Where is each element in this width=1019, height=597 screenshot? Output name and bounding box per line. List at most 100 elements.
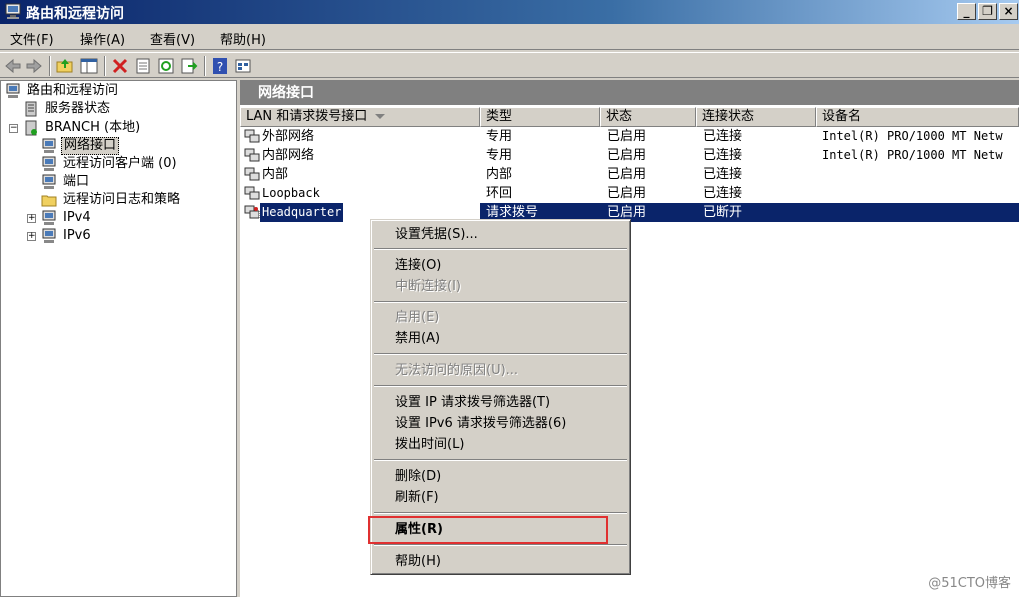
expander-ipv4[interactable]: +: [27, 214, 36, 223]
minimize-button[interactable]: _: [957, 3, 976, 20]
forward-icon[interactable]: [25, 57, 43, 75]
menu-item-disable[interactable]: 禁用(A): [374, 328, 627, 349]
server-icon: [25, 120, 37, 136]
menu-separator: [374, 459, 627, 461]
svg-text:?: ?: [217, 60, 223, 74]
interface-icon: [244, 167, 260, 181]
menu-item-connect[interactable]: 连接(O): [374, 255, 627, 276]
delete-icon[interactable]: [111, 57, 129, 75]
tree-item-label: 路由和远程访问: [27, 83, 119, 98]
restore-button[interactable]: ❐: [978, 3, 997, 20]
tree-item-label: IPv4: [63, 210, 91, 225]
cell-status: 已启用: [607, 129, 647, 144]
title-bar: 路由和远程访问 _ ❐ ×: [0, 0, 1019, 24]
menu-bar: 文件(F) 操作(A) 查看(V) 帮助(H): [0, 26, 1019, 50]
demand-dial-icon: [244, 205, 260, 219]
cell-type: 专用: [486, 129, 513, 144]
ipv6-icon: [42, 228, 56, 243]
show-hide-tree-icon[interactable]: [80, 57, 98, 75]
expander-ipv6[interactable]: +: [27, 232, 36, 241]
network-interface-icon: [42, 138, 56, 153]
tree-item-label: 端口: [63, 174, 90, 189]
menu-item-unreachability-reason: 无法访问的原因(U)...: [395, 363, 519, 378]
tree-item-label: 网络接口: [61, 137, 120, 155]
table-row[interactable]: 内部 内部 已启用 已连接: [240, 165, 1019, 184]
menu-view[interactable]: 查看(V): [150, 29, 195, 48]
cell-device: Intel(R) PRO/1000 MT Netw: [822, 148, 1003, 162]
cell-name: 外部网络: [262, 129, 315, 144]
ports-icon: [42, 174, 56, 189]
tree-item-label: 远程访问日志和策略: [63, 192, 181, 207]
menu-help[interactable]: 帮助(H): [220, 29, 266, 48]
menu-item-delete[interactable]: 删除(D): [374, 466, 627, 487]
toolbar-separator: [49, 56, 51, 76]
sort-arrow-icon: [375, 114, 386, 119]
menu-item-ip-filters[interactable]: 设置 IP 请求拨号筛选器(T): [374, 392, 627, 413]
menu-separator: [374, 544, 627, 546]
interface-icon: [244, 186, 260, 200]
menu-item-dial-out-hours[interactable]: 拨出时间(L): [374, 434, 627, 455]
clients-icon: [42, 156, 56, 171]
cell-status: 已启用: [607, 186, 647, 201]
column-header-status[interactable]: 状态: [600, 107, 696, 127]
expander-branch[interactable]: −: [9, 124, 18, 133]
cell-device: Intel(R) PRO/1000 MT Netw: [822, 129, 1003, 143]
table-row[interactable]: 外部网络 专用 已启用 已连接 Intel(R) PRO/1000 MT Net…: [240, 127, 1019, 146]
up-folder-icon[interactable]: [56, 57, 74, 75]
interface-icon: [244, 148, 260, 162]
cell-type: 内部: [486, 167, 513, 182]
toolbar-separator: [204, 56, 206, 76]
annotation-highlight-box: [368, 516, 608, 544]
cell-type: 环回: [486, 186, 513, 201]
cell-type: 专用: [486, 148, 513, 163]
toolbar-separator: [104, 56, 106, 76]
table-row[interactable]: Loopback 环回 已启用 已连接: [240, 184, 1019, 203]
menu-file[interactable]: 文件(F): [10, 29, 54, 48]
window-title: 路由和远程访问: [26, 6, 124, 22]
close-button[interactable]: ×: [999, 3, 1018, 20]
computer-icon: [6, 83, 20, 98]
back-icon[interactable]: [4, 57, 22, 75]
cell-conn: 已连接: [703, 129, 743, 144]
column-header-device[interactable]: 设备名: [816, 107, 1019, 127]
menu-item-refresh[interactable]: 刷新(F): [374, 487, 627, 508]
cell-name: Headquarter: [258, 202, 345, 223]
column-header-name[interactable]: LAN 和请求拨号接口: [240, 107, 480, 127]
menu-action[interactable]: 操作(A): [80, 29, 125, 48]
tree-item-label: 远程访问客户端 (0): [63, 156, 177, 171]
ipv4-icon: [42, 210, 56, 225]
export-icon[interactable]: [180, 57, 198, 75]
menu-separator: [374, 512, 627, 514]
interface-icon: [244, 129, 260, 143]
column-header-type[interactable]: 类型: [480, 107, 600, 127]
menu-item-help[interactable]: 帮助(H): [374, 551, 627, 572]
console-tree: 路由和远程访问 服务器状态 − BRANCH (本地) 网络接口 远程访问客户端…: [0, 80, 237, 597]
view-icon[interactable]: [234, 57, 252, 75]
cell-conn: 已连接: [703, 148, 743, 163]
help-icon[interactable]: ?: [211, 57, 229, 75]
details-header: 网络接口: [240, 81, 1019, 105]
cell-conn: 已连接: [703, 186, 743, 201]
menu-item-ipv6-filters[interactable]: 设置 IPv6 请求拨号筛选器(6): [374, 413, 627, 434]
table-row[interactable]: 内部网络 专用 已启用 已连接 Intel(R) PRO/1000 MT Net…: [240, 146, 1019, 165]
routing-app-icon: [5, 3, 21, 19]
server-status-icon: [25, 101, 37, 117]
refresh-icon[interactable]: [157, 57, 175, 75]
cell-name: 内部网络: [262, 148, 315, 163]
cell-conn: 已连接: [703, 167, 743, 182]
menu-separator: [374, 301, 627, 303]
tree-item-label: 服务器状态: [45, 101, 111, 116]
column-header-connection-state[interactable]: 连接状态: [696, 107, 816, 127]
watermark-text: @51CTO博客: [928, 576, 1011, 591]
menu-item-set-credentials[interactable]: 设置凭据(S)...: [374, 224, 627, 245]
cell-status: 已启用: [607, 167, 647, 182]
menu-separator: [374, 353, 627, 355]
tree-item-label: BRANCH (本地): [45, 120, 141, 135]
menu-item-disconnect: 中断连接(I): [395, 279, 461, 294]
column-headers: LAN 和请求拨号接口 类型 状态 连接状态 设备名: [240, 107, 1019, 127]
properties-icon[interactable]: [134, 57, 152, 75]
tree-item-label: IPv6: [63, 228, 91, 243]
menu-item-enable: 启用(E): [395, 310, 440, 325]
cell-conn: 已断开: [703, 205, 743, 220]
cell-status: 已启用: [607, 148, 647, 163]
